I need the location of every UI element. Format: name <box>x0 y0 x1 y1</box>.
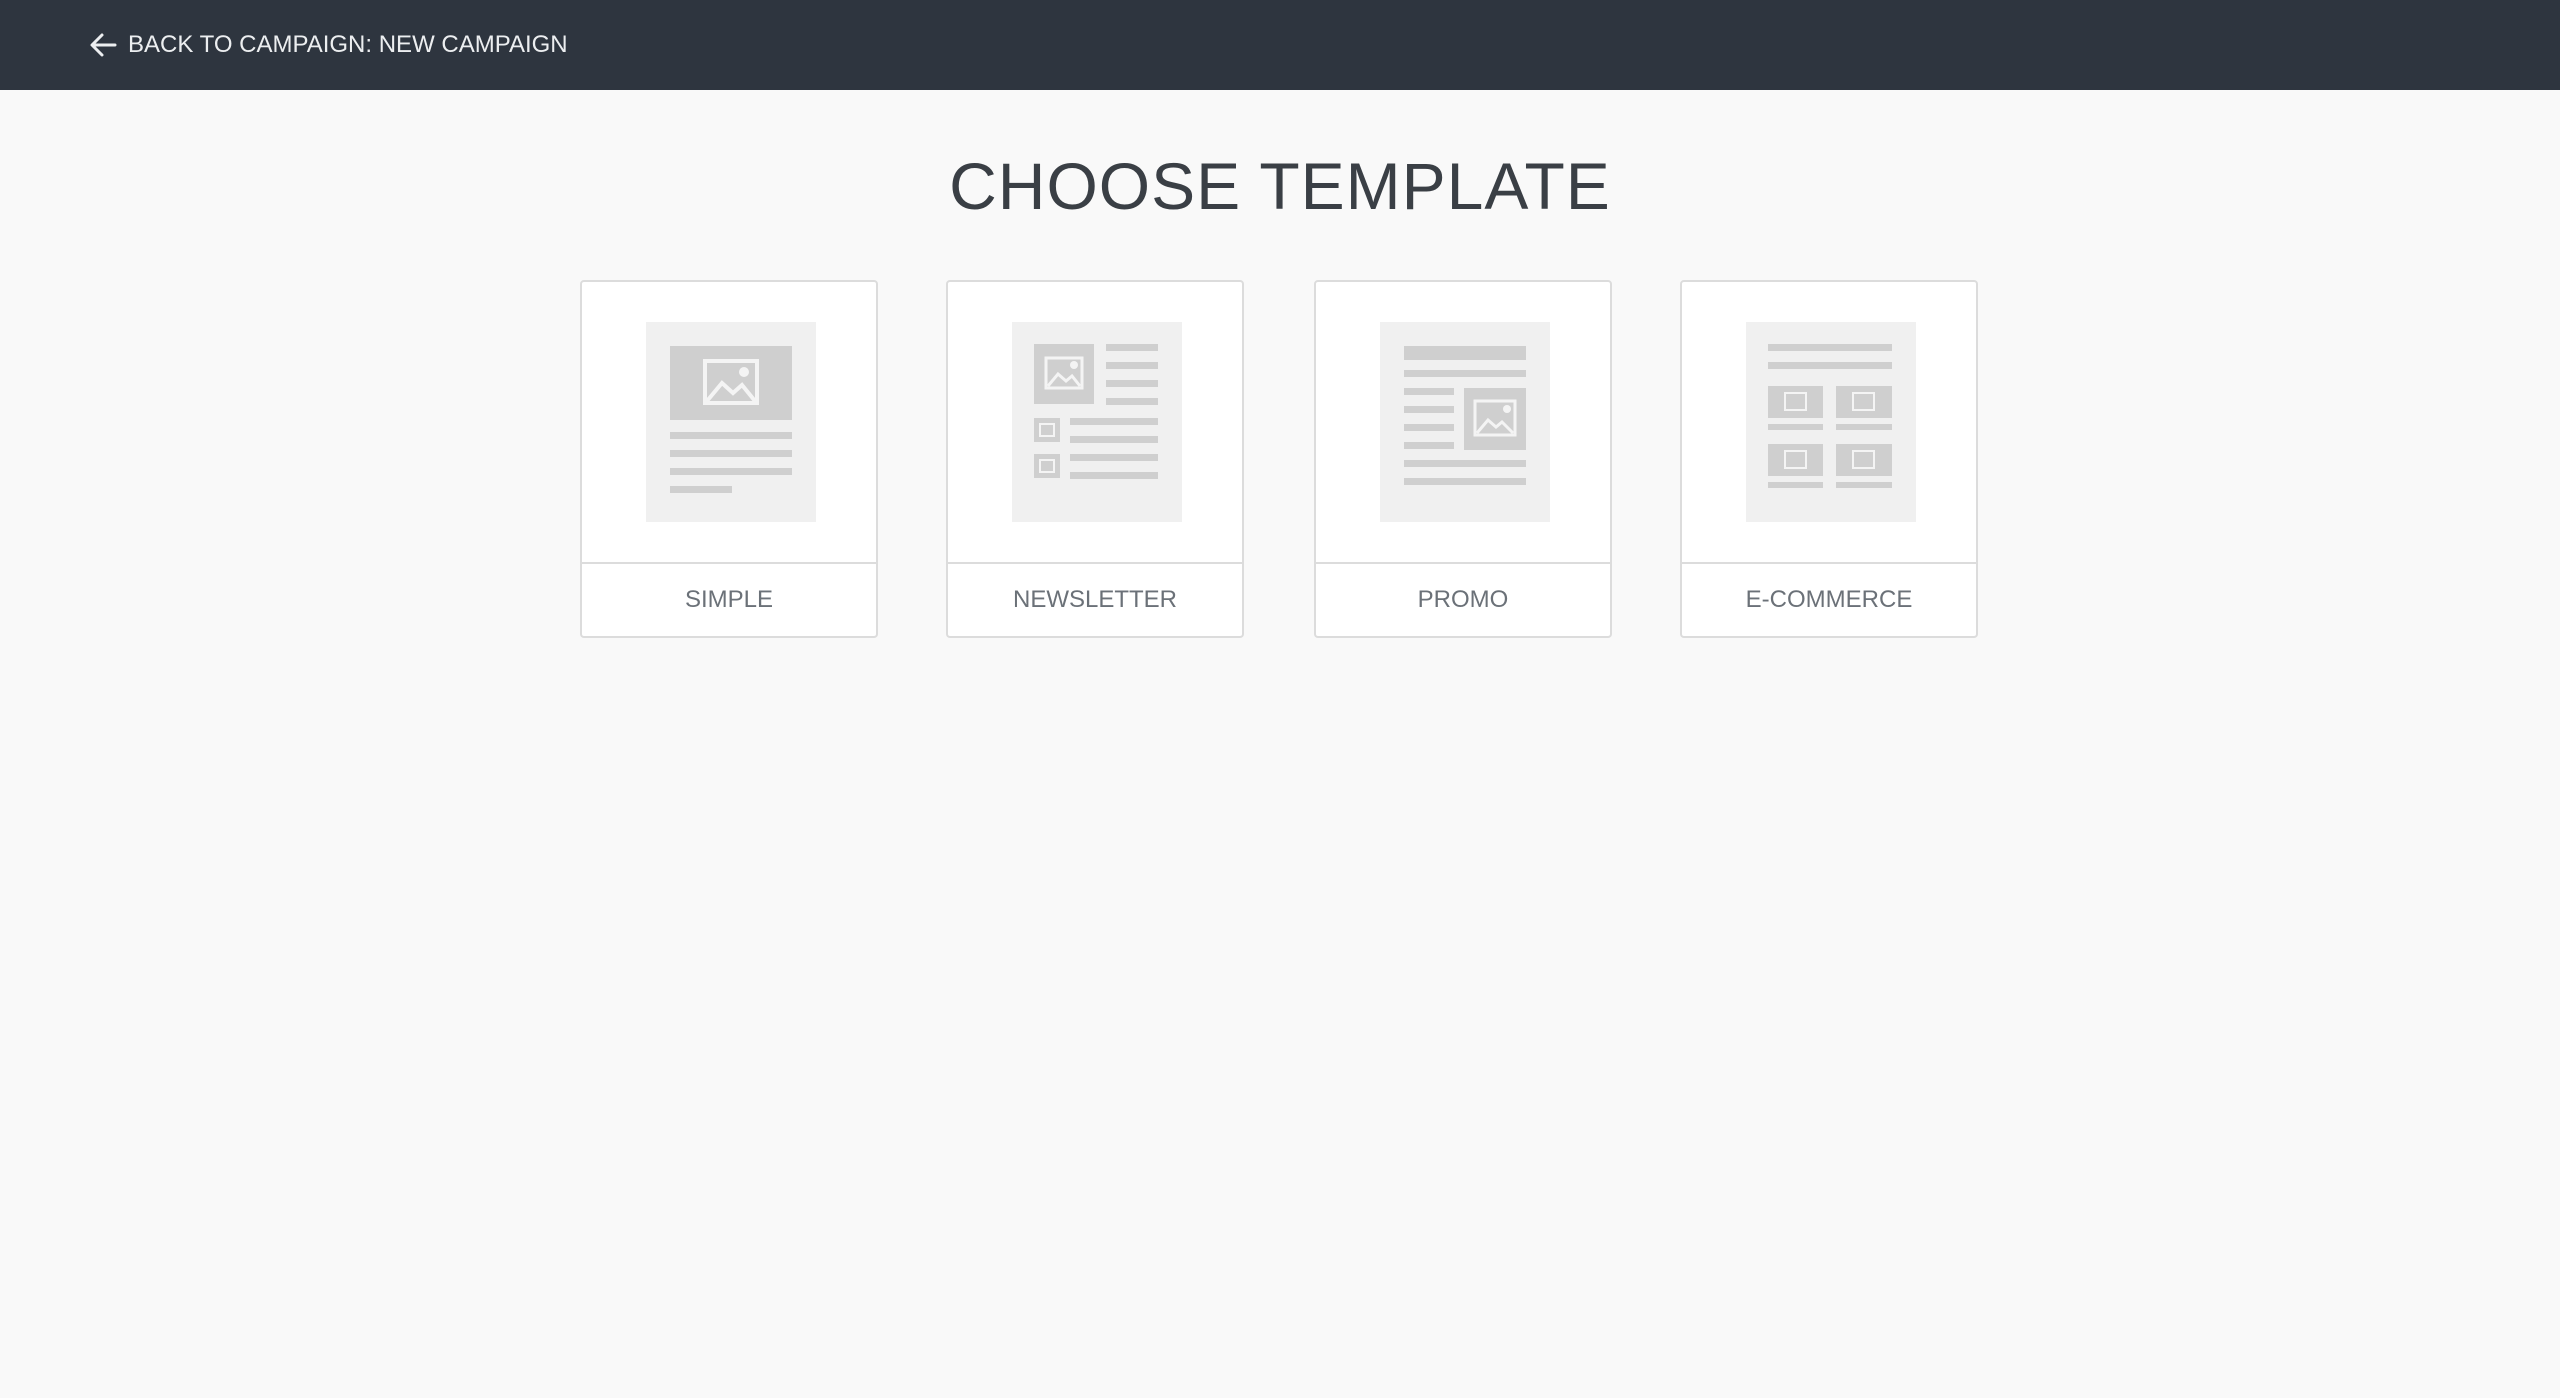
template-card-newsletter[interactable]: NEWSLETTER <box>946 280 1244 638</box>
back-to-campaign-link[interactable]: BACK TO CAMPAIGN: NEW CAMPAIGN <box>88 0 568 90</box>
simple-template-icon <box>646 322 816 522</box>
page-title: CHOOSE TEMPLATE <box>949 149 1611 223</box>
ecommerce-template-icon <box>1746 322 1916 522</box>
template-preview <box>1682 282 1976 562</box>
template-card-promo[interactable]: PROMO <box>1314 280 1612 638</box>
template-card-ecommerce[interactable]: E-COMMERCE <box>1680 280 1978 638</box>
arrow-left-icon <box>88 30 118 60</box>
template-label: SIMPLE <box>582 562 876 636</box>
promo-template-icon <box>1380 322 1550 522</box>
template-preview <box>582 282 876 562</box>
template-label: NEWSLETTER <box>948 562 1242 636</box>
template-preview <box>1316 282 1610 562</box>
template-label: PROMO <box>1316 562 1610 636</box>
template-preview <box>948 282 1242 562</box>
template-label: E-COMMERCE <box>1682 562 1976 636</box>
top-bar: BACK TO CAMPAIGN: NEW CAMPAIGN <box>0 0 2560 90</box>
back-link-label: BACK TO CAMPAIGN: NEW CAMPAIGN <box>128 31 568 58</box>
newsletter-template-icon <box>1012 322 1182 522</box>
template-card-simple[interactable]: SIMPLE <box>580 280 878 638</box>
